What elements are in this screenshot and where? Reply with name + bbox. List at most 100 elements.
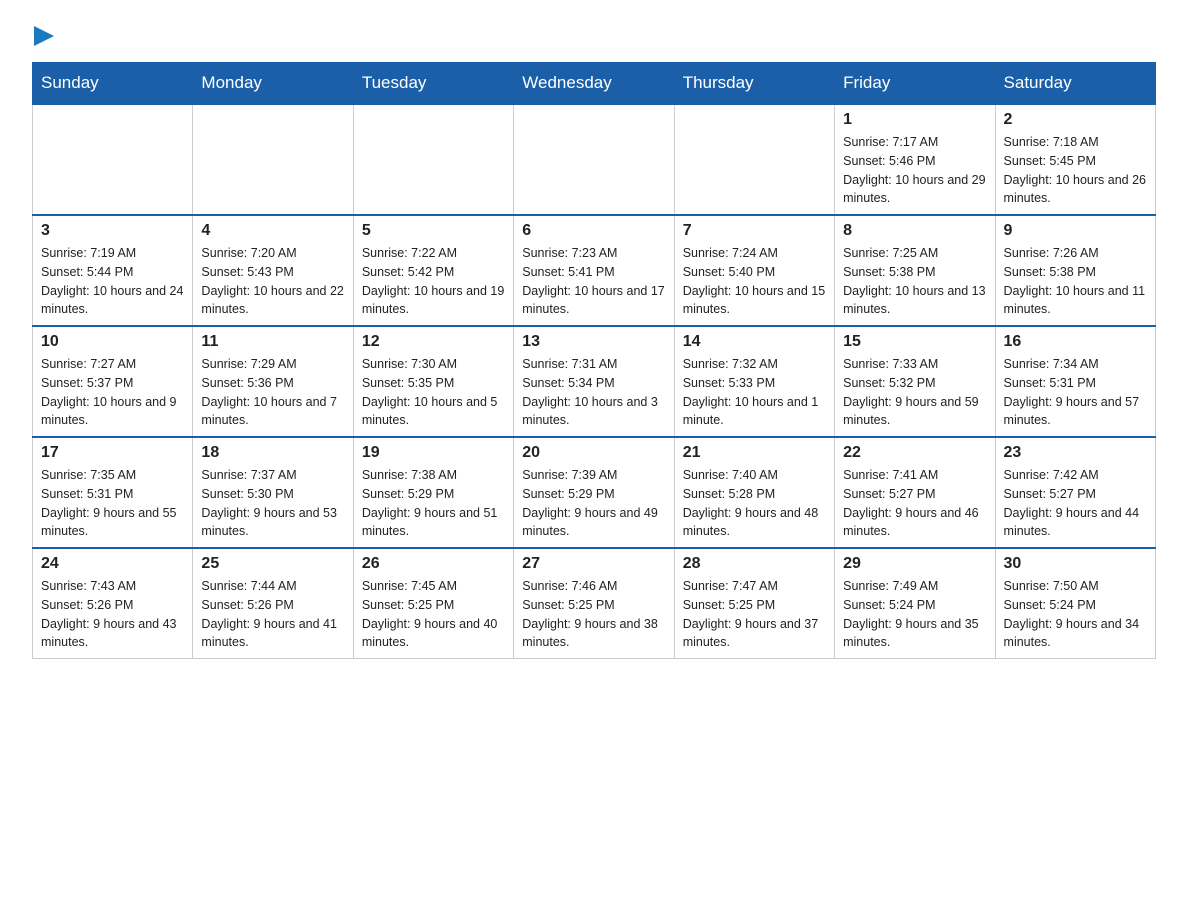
calendar-cell-3-2: 11 Sunrise: 7:29 AMSunset: 5:36 PMDayligh… [193,326,353,437]
day-number: 9 [1004,222,1147,240]
day-info: Sunrise: 7:46 AMSunset: 5:25 PMDaylight:… [522,577,665,652]
calendar-week-4: 17 Sunrise: 7:35 AMSunset: 5:31 PMDayligh… [33,437,1156,548]
calendar-cell-1-6: 1 Sunrise: 7:17 AMSunset: 5:46 PMDaylight… [835,104,995,215]
calendar-cell-4-5: 21 Sunrise: 7:40 AMSunset: 5:28 PMDayligh… [674,437,834,548]
calendar-week-5: 24 Sunrise: 7:43 AMSunset: 5:26 PMDayligh… [33,548,1156,659]
day-info: Sunrise: 7:24 AMSunset: 5:40 PMDaylight:… [683,244,826,319]
day-info: Sunrise: 7:44 AMSunset: 5:26 PMDaylight:… [201,577,344,652]
day-number: 21 [683,444,826,462]
day-info: Sunrise: 7:38 AMSunset: 5:29 PMDaylight:… [362,466,505,541]
day-number: 29 [843,555,986,573]
day-info: Sunrise: 7:37 AMSunset: 5:30 PMDaylight:… [201,466,344,541]
day-info: Sunrise: 7:22 AMSunset: 5:42 PMDaylight:… [362,244,505,319]
calendar-cell-2-3: 5 Sunrise: 7:22 AMSunset: 5:42 PMDaylight… [353,215,513,326]
day-info: Sunrise: 7:34 AMSunset: 5:31 PMDaylight:… [1004,355,1147,430]
day-number: 11 [201,333,344,351]
calendar-cell-1-1 [33,104,193,215]
calendar-cell-3-5: 14 Sunrise: 7:32 AMSunset: 5:33 PMDayligh… [674,326,834,437]
weekday-header-friday: Friday [835,63,995,105]
day-info: Sunrise: 7:17 AMSunset: 5:46 PMDaylight:… [843,133,986,208]
calendar-cell-5-3: 26 Sunrise: 7:45 AMSunset: 5:25 PMDayligh… [353,548,513,659]
calendar-cell-3-7: 16 Sunrise: 7:34 AMSunset: 5:31 PMDayligh… [995,326,1155,437]
day-info: Sunrise: 7:29 AMSunset: 5:36 PMDaylight:… [201,355,344,430]
day-number: 16 [1004,333,1147,351]
calendar-cell-4-6: 22 Sunrise: 7:41 AMSunset: 5:27 PMDayligh… [835,437,995,548]
day-number: 20 [522,444,665,462]
day-info: Sunrise: 7:30 AMSunset: 5:35 PMDaylight:… [362,355,505,430]
day-info: Sunrise: 7:31 AMSunset: 5:34 PMDaylight:… [522,355,665,430]
calendar-cell-2-6: 8Sunrise: 7:25 AMSunset: 5:38 PMDaylight… [835,215,995,326]
calendar-week-1: 1 Sunrise: 7:17 AMSunset: 5:46 PMDaylight… [33,104,1156,215]
weekday-header-thursday: Thursday [674,63,834,105]
day-number: 1 [843,111,986,129]
calendar-cell-3-1: 10 Sunrise: 7:27 AMSunset: 5:37 PMDayligh… [33,326,193,437]
calendar-week-3: 10 Sunrise: 7:27 AMSunset: 5:37 PMDayligh… [33,326,1156,437]
day-info: Sunrise: 7:35 AMSunset: 5:31 PMDaylight:… [41,466,184,541]
day-number: 30 [1004,555,1147,573]
day-number: 26 [362,555,505,573]
day-number: 13 [522,333,665,351]
calendar-cell-1-4 [514,104,674,215]
weekday-header-wednesday: Wednesday [514,63,674,105]
calendar-cell-1-3 [353,104,513,215]
calendar-cell-5-2: 25 Sunrise: 7:44 AMSunset: 5:26 PMDayligh… [193,548,353,659]
day-number: 5 [362,222,505,240]
calendar-cell-3-3: 12 Sunrise: 7:30 AMSunset: 5:35 PMDayligh… [353,326,513,437]
day-info: Sunrise: 7:19 AMSunset: 5:44 PMDaylight:… [41,244,184,319]
day-number: 22 [843,444,986,462]
weekday-header-saturday: Saturday [995,63,1155,105]
day-info: Sunrise: 7:49 AMSunset: 5:24 PMDaylight:… [843,577,986,652]
calendar-cell-5-6: 29 Sunrise: 7:49 AMSunset: 5:24 PMDayligh… [835,548,995,659]
day-number: 7 [683,222,826,240]
calendar-cell-2-5: 7 Sunrise: 7:24 AMSunset: 5:40 PMDaylight… [674,215,834,326]
day-number: 12 [362,333,505,351]
day-number: 24 [41,555,184,573]
calendar-cell-3-4: 13 Sunrise: 7:31 AMSunset: 5:34 PMDayligh… [514,326,674,437]
day-number: 23 [1004,444,1147,462]
header [32,24,1156,46]
day-number: 15 [843,333,986,351]
logo [32,24,54,46]
day-info: Sunrise: 7:27 AMSunset: 5:37 PMDaylight:… [41,355,184,430]
calendar-cell-4-4: 20 Sunrise: 7:39 AMSunset: 5:29 PMDayligh… [514,437,674,548]
weekday-header-monday: Monday [193,63,353,105]
day-info: Sunrise: 7:40 AMSunset: 5:28 PMDaylight:… [683,466,826,541]
day-number: 10 [41,333,184,351]
calendar-cell-1-2 [193,104,353,215]
day-number: 6 [522,222,665,240]
calendar-cell-4-7: 23Sunrise: 7:42 AMSunset: 5:27 PMDayligh… [995,437,1155,548]
calendar-cell-5-4: 27 Sunrise: 7:46 AMSunset: 5:25 PMDayligh… [514,548,674,659]
calendar-cell-5-1: 24 Sunrise: 7:43 AMSunset: 5:26 PMDayligh… [33,548,193,659]
day-number: 14 [683,333,826,351]
day-info: Sunrise: 7:32 AMSunset: 5:33 PMDaylight:… [683,355,826,430]
day-info: Sunrise: 7:33 AMSunset: 5:32 PMDaylight:… [843,355,986,430]
day-number: 27 [522,555,665,573]
day-info: Sunrise: 7:43 AMSunset: 5:26 PMDaylight:… [41,577,184,652]
day-info: Sunrise: 7:41 AMSunset: 5:27 PMDaylight:… [843,466,986,541]
day-number: 28 [683,555,826,573]
calendar-cell-4-2: 18 Sunrise: 7:37 AMSunset: 5:30 PMDayligh… [193,437,353,548]
calendar-cell-2-4: 6 Sunrise: 7:23 AMSunset: 5:41 PMDaylight… [514,215,674,326]
logo-triangle-icon [34,26,54,46]
calendar-cell-2-7: 9 Sunrise: 7:26 AMSunset: 5:38 PMDaylight… [995,215,1155,326]
day-info: Sunrise: 7:45 AMSunset: 5:25 PMDaylight:… [362,577,505,652]
weekday-header-sunday: Sunday [33,63,193,105]
calendar-cell-2-1: 3 Sunrise: 7:19 AMSunset: 5:44 PMDaylight… [33,215,193,326]
day-info: Sunrise: 7:26 AMSunset: 5:38 PMDaylight:… [1004,244,1147,319]
day-number: 18 [201,444,344,462]
day-number: 4 [201,222,344,240]
calendar-table: SundayMondayTuesdayWednesdayThursdayFrid… [32,62,1156,659]
day-info: Sunrise: 7:47 AMSunset: 5:25 PMDaylight:… [683,577,826,652]
day-info: Sunrise: 7:25 AMSunset: 5:38 PMDaylight:… [843,244,986,319]
day-info: Sunrise: 7:50 AMSunset: 5:24 PMDaylight:… [1004,577,1147,652]
day-info: Sunrise: 7:39 AMSunset: 5:29 PMDaylight:… [522,466,665,541]
weekday-header-tuesday: Tuesday [353,63,513,105]
calendar-cell-4-3: 19Sunrise: 7:38 AMSunset: 5:29 PMDayligh… [353,437,513,548]
day-number: 17 [41,444,184,462]
calendar-cell-1-5 [674,104,834,215]
day-number: 25 [201,555,344,573]
calendar-week-2: 3 Sunrise: 7:19 AMSunset: 5:44 PMDaylight… [33,215,1156,326]
day-number: 3 [41,222,184,240]
calendar-cell-4-1: 17 Sunrise: 7:35 AMSunset: 5:31 PMDayligh… [33,437,193,548]
day-info: Sunrise: 7:23 AMSunset: 5:41 PMDaylight:… [522,244,665,319]
